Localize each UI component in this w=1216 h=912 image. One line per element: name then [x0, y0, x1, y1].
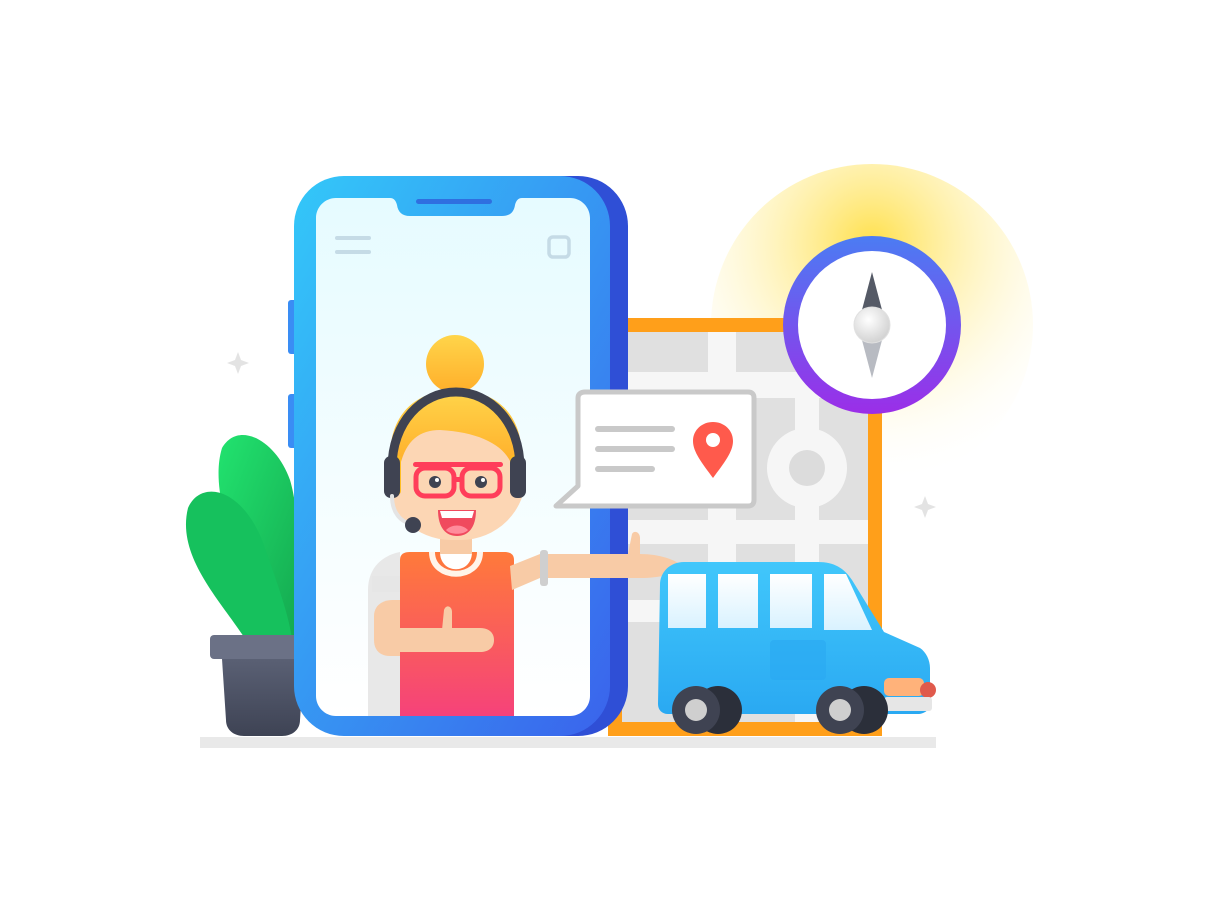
sparkle-icon: [227, 352, 249, 374]
support-illustration: [185, 164, 1033, 748]
van: [657, 562, 936, 734]
sparkle-icon: [914, 496, 936, 518]
ground-line: [200, 737, 936, 748]
compass-icon: [783, 236, 961, 414]
